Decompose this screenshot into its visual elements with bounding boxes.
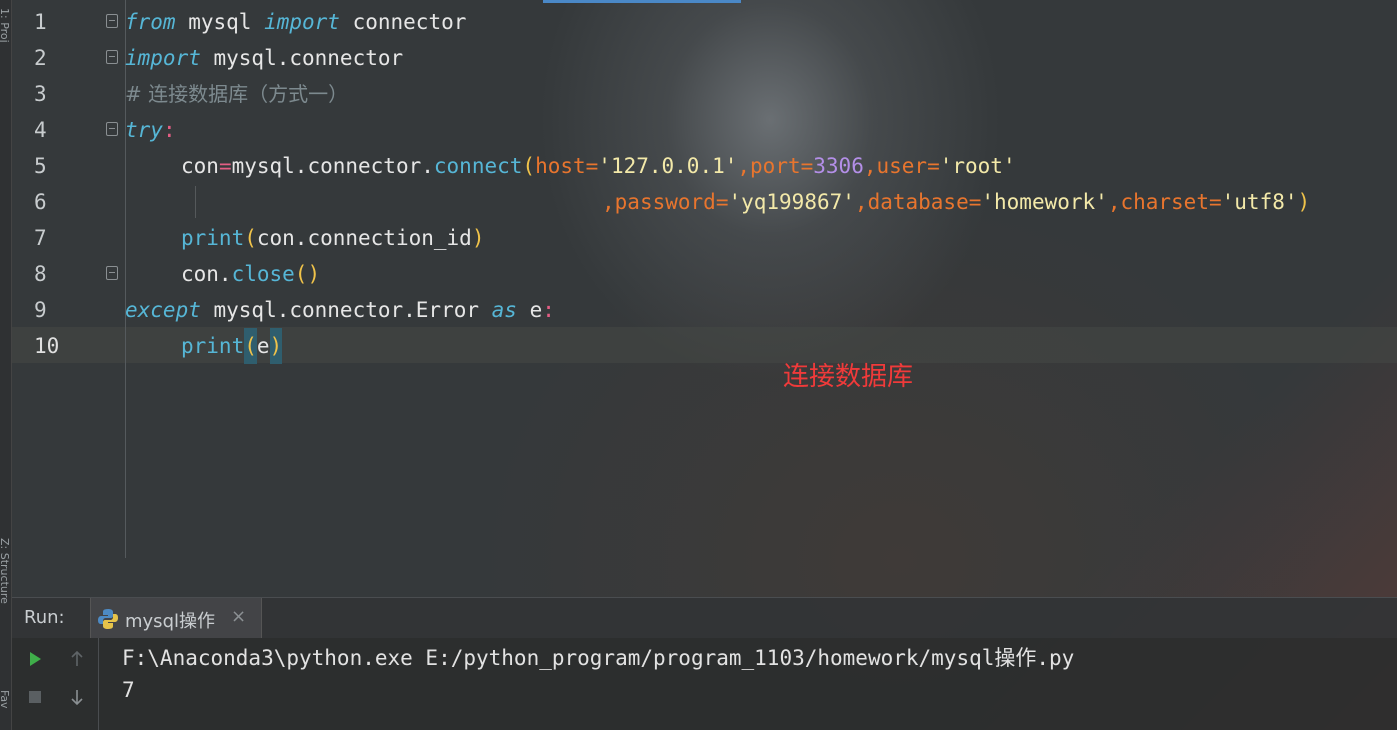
run-tab[interactable]: mysql操作 × <box>90 598 262 638</box>
project-tool-label[interactable]: 1: Proj <box>0 8 11 43</box>
fold-icon[interactable] <box>106 122 118 136</box>
console-output-line: 7 <box>122 678 135 702</box>
code-line[interactable]: 2 import mysql.connector <box>12 40 1397 76</box>
line-number: 6 <box>34 190 47 214</box>
python-icon <box>98 609 118 629</box>
scroll-down-button[interactable] <box>64 684 90 710</box>
run-panel-header: Run: mysql操作 × <box>12 597 1397 638</box>
left-tool-strip: 1: Proj Z: Structure Fav <box>0 0 12 730</box>
code-text: con.close() <box>181 262 321 286</box>
code-line[interactable]: 7 print(con.connection_id) <box>12 220 1397 256</box>
line-number: 10 <box>34 334 60 358</box>
arrow-up-icon <box>71 650 83 666</box>
fold-icon[interactable] <box>106 266 118 280</box>
line-number: 9 <box>34 298 47 322</box>
code-line[interactable]: 5 con=mysql.connector.connect(host='127.… <box>12 148 1397 184</box>
line-number: 4 <box>34 118 47 142</box>
close-icon[interactable]: × <box>231 606 246 627</box>
console-output-line: F:\Anaconda3\python.exe E:/python_progra… <box>122 646 1075 670</box>
run-console[interactable]: F:\Anaconda3\python.exe E:/python_progra… <box>12 638 1397 730</box>
code-line[interactable]: 9 except mysql.connector.Error as e: <box>12 292 1397 328</box>
line-number: 2 <box>34 46 47 70</box>
code-text: except mysql.connector.Error as e: <box>125 298 555 322</box>
stop-button[interactable] <box>22 684 48 710</box>
stop-icon <box>29 691 41 703</box>
arrow-down-icon <box>71 690 83 706</box>
code-line[interactable]: 8 con.close() <box>12 256 1397 292</box>
favorites-tool-label[interactable]: Fav <box>0 690 11 709</box>
line-number: 7 <box>34 226 47 250</box>
play-icon <box>30 652 41 666</box>
line-number: 5 <box>34 154 47 178</box>
code-text: ,password='yq199867',database='homework'… <box>602 190 1311 214</box>
line-number: 3 <box>34 82 47 106</box>
structure-tool-label[interactable]: Z: Structure <box>0 538 11 604</box>
rerun-button[interactable] <box>22 646 48 672</box>
code-comment: # 连接数据库（方式一） <box>125 82 349 106</box>
code-editor[interactable]: 1 from mysql import connector 2 import m… <box>12 0 1397 558</box>
fold-icon[interactable] <box>106 14 118 28</box>
run-tab-label: mysql操作 <box>125 611 215 632</box>
line-number: 1 <box>34 10 47 34</box>
code-line[interactable]: 6 ,password='yq199867',database='homewor… <box>12 184 1397 220</box>
code-line[interactable]: 10 print(e) <box>12 328 1397 364</box>
line-number: 8 <box>34 262 47 286</box>
code-line[interactable]: 3 # 连接数据库（方式一） <box>12 76 1397 112</box>
code-text: print(con.connection_id) <box>181 226 485 250</box>
run-label: Run: <box>24 607 65 628</box>
code-line[interactable]: 4 try: <box>12 112 1397 148</box>
code-line[interactable]: 1 from mysql import connector <box>12 4 1397 40</box>
code-text: con=mysql.connector.connect(host='127.0.… <box>181 154 1016 178</box>
fold-icon[interactable] <box>106 50 118 64</box>
scroll-up-button[interactable] <box>64 646 90 672</box>
code-text: print(e) <box>181 328 283 364</box>
code-text: from mysql import connector <box>125 10 467 34</box>
overlay-caption: 连接数据库 <box>783 362 914 392</box>
code-text: try: <box>125 118 176 142</box>
code-text: import mysql.connector <box>125 46 404 70</box>
run-toolbar <box>12 638 99 730</box>
